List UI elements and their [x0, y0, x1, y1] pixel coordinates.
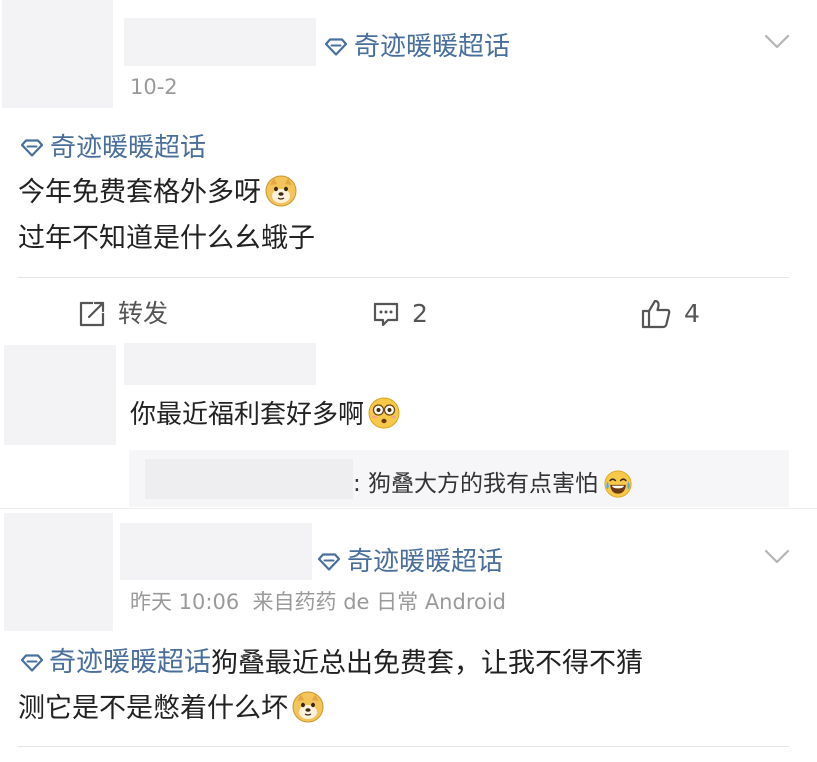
- laugh-cry-emoji-icon: [604, 470, 632, 498]
- post-body-line-1: 今年免费套格外多呀: [18, 170, 297, 216]
- comment-text: 你最近福利套好多啊: [130, 392, 400, 438]
- avatar[interactable]: [2, 0, 113, 108]
- post-body-line-2: 测它是不是憋着什么坏: [18, 686, 324, 732]
- thumbs-up-icon: [641, 299, 671, 329]
- doge-emoji-icon: [292, 691, 324, 723]
- divider: [18, 277, 789, 278]
- post-meta: 昨天 10:06 来自药药 de 日常 Android: [130, 590, 507, 614]
- reply-text: : 狗叠大方的我有点害怕: [353, 468, 632, 500]
- reply-body: : 狗叠大方的我有点害怕: [353, 471, 599, 497]
- repost-icon: [79, 301, 105, 327]
- reply-username[interactable]: [145, 459, 353, 499]
- avatar[interactable]: [4, 345, 116, 445]
- diamond-icon: [20, 139, 44, 157]
- repost-button[interactable]: 转发: [78, 297, 168, 331]
- username[interactable]: [124, 18, 316, 66]
- super-topic-label: 奇迹暖暖超话: [354, 32, 511, 62]
- repost-label: 转发: [118, 299, 169, 328]
- super-topic-link[interactable]: 奇迹暖暖超话: [317, 545, 503, 579]
- doge-emoji-icon: [265, 175, 297, 207]
- chevron-down-icon[interactable]: [764, 549, 790, 565]
- super-topic-label: 奇迹暖暖超话: [347, 547, 504, 577]
- post-date: 10-2: [130, 75, 178, 99]
- super-topic-link[interactable]: 奇迹暖暖超话: [324, 30, 510, 64]
- avatar[interactable]: [4, 513, 113, 631]
- diamond-icon: [317, 553, 341, 571]
- post-body-text: 今年免费套格外多呀: [18, 177, 261, 208]
- username[interactable]: [124, 343, 316, 385]
- post-body-line-2: 过年不知道是什么幺蛾子: [18, 223, 315, 254]
- comment-count: 2: [412, 299, 428, 328]
- section-divider: [0, 508, 817, 509]
- body-super-topic-link[interactable]: 奇迹暖暖超话: [20, 131, 206, 165]
- super-topic-label: 奇迹暖暖超话: [49, 647, 211, 678]
- post-body-text: 测它是不是憋着什么坏: [18, 693, 288, 724]
- body-super-topic-link[interactable]: 奇迹暖暖超话: [20, 640, 211, 686]
- comment-body: 你最近福利套好多啊: [130, 400, 365, 430]
- post-body-text: 狗叠最近总出免费套，让我不得不猜: [211, 648, 643, 679]
- diamond-icon: [20, 654, 44, 672]
- like-count: 4: [684, 299, 700, 328]
- comment-icon: [373, 302, 399, 327]
- post-body-line-1: 奇迹暖暖超话 狗叠最近总出免费套，让我不得不猜: [20, 640, 643, 687]
- like-button[interactable]: 4: [640, 297, 700, 331]
- super-topic-label: 奇迹暖暖超话: [50, 133, 207, 163]
- username[interactable]: [120, 523, 312, 580]
- divider: [18, 746, 789, 747]
- diamond-icon: [324, 38, 348, 56]
- chevron-down-icon[interactable]: [764, 34, 790, 50]
- flushed-emoji-icon: [368, 397, 400, 429]
- comment-button[interactable]: 2: [372, 297, 428, 331]
